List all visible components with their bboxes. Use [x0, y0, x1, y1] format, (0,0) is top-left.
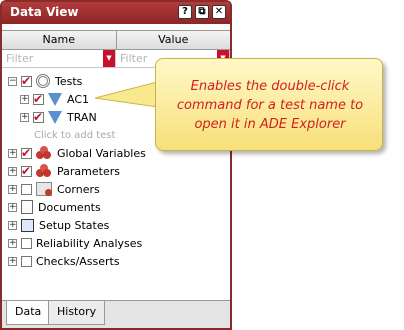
setup-states-icon: [21, 218, 34, 232]
name-filter-placeholder: Filter: [6, 52, 34, 65]
panel-title: Data View: [10, 5, 79, 19]
tab-history[interactable]: History: [48, 301, 106, 325]
variables-icon: [36, 146, 52, 160]
test-arrow-icon: [48, 110, 62, 124]
bottom-tab-bar: Data History: [2, 300, 230, 328]
test-arrow-icon: [48, 92, 62, 106]
gear-icon: [36, 74, 50, 88]
tab-data[interactable]: Data: [6, 301, 51, 325]
collapse-icon[interactable]: −: [8, 76, 17, 86]
name-column-header[interactable]: Name: [2, 31, 117, 49]
callout-annotation: Enables the double-click command for a t…: [95, 58, 383, 151]
global-variables-label: Global Variables: [57, 146, 146, 160]
tree-item-setup-states[interactable]: + Setup States: [8, 216, 109, 234]
tran-label: TRAN: [67, 110, 97, 124]
tests-label: Tests: [55, 74, 83, 88]
tran-checkbox[interactable]: [33, 110, 44, 124]
parameters-label: Parameters: [57, 164, 120, 178]
title-bar: Data View ? ⧉ ✕: [2, 2, 230, 24]
document-icon: [21, 200, 33, 214]
parameters-icon: [36, 164, 52, 178]
ac1-checkbox[interactable]: [33, 92, 44, 106]
expand-icon[interactable]: +: [8, 148, 17, 158]
tree-item-parameters[interactable]: + Parameters: [8, 162, 120, 180]
close-button[interactable]: ✕: [212, 5, 226, 19]
expand-icon[interactable]: +: [8, 256, 17, 266]
reliability-label: Reliability Analyses: [36, 236, 143, 250]
expand-icon[interactable]: +: [8, 238, 17, 248]
expand-icon[interactable]: +: [8, 184, 17, 194]
parameters-checkbox[interactable]: [21, 164, 32, 178]
setup-states-label: Setup States: [39, 218, 110, 232]
value-filter-placeholder: Filter: [120, 52, 148, 65]
tree-item-corners[interactable]: + Corners: [8, 180, 100, 198]
expand-icon[interactable]: +: [20, 94, 29, 104]
help-button[interactable]: ?: [178, 5, 192, 19]
float-button[interactable]: ⧉: [195, 5, 209, 19]
tree-item-checks[interactable]: + Checks/Asserts: [8, 252, 120, 270]
value-column-header[interactable]: Value: [117, 31, 231, 49]
tree-item-reliability[interactable]: + Reliability Analyses: [8, 234, 142, 252]
tree-item-tests[interactable]: − Tests: [8, 72, 82, 90]
name-filter-dropdown-icon[interactable]: ▼: [103, 50, 115, 67]
global-variables-checkbox[interactable]: [21, 146, 32, 160]
ac1-label: AC1: [67, 92, 90, 106]
corners-icon: [36, 182, 52, 196]
data-view-panel: Data View ? ⧉ ✕ Name Value Filter ▼ Filt…: [0, 0, 232, 330]
tree-item-ac1[interactable]: + AC1: [20, 90, 89, 108]
tree-item-tran[interactable]: + TRAN: [20, 108, 97, 126]
callout-box: Enables the double-click command for a t…: [155, 58, 383, 151]
expand-icon[interactable]: +: [20, 112, 29, 122]
reliability-checkbox[interactable]: [21, 237, 32, 249]
tree-item-global-variables[interactable]: + Global Variables: [8, 144, 146, 162]
callout-text: Enables the double-click command for a t…: [176, 79, 364, 132]
add-test-item[interactable]: Click to add test: [34, 126, 115, 144]
expand-icon[interactable]: +: [8, 166, 17, 176]
tree-item-documents[interactable]: + Documents: [8, 198, 101, 216]
corners-checkbox[interactable]: [21, 183, 32, 195]
corners-label: Corners: [57, 182, 100, 196]
checks-label: Checks/Asserts: [36, 254, 120, 268]
expand-icon[interactable]: +: [8, 220, 17, 230]
documents-label: Documents: [38, 200, 101, 214]
column-header: Name Value: [2, 30, 230, 50]
name-filter-input[interactable]: Filter ▼: [2, 50, 116, 67]
expand-icon[interactable]: +: [8, 202, 17, 212]
tests-checkbox[interactable]: [21, 74, 32, 88]
checks-checkbox[interactable]: [21, 255, 32, 267]
